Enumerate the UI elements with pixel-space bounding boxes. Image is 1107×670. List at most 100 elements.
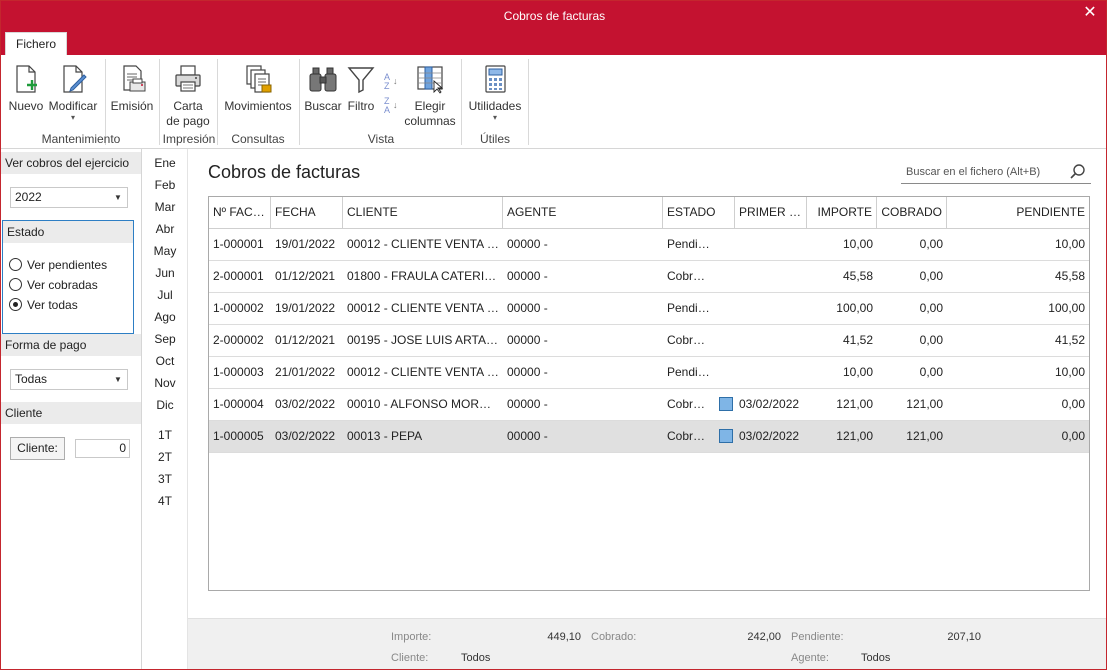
emision-button[interactable]: Emisión <box>109 63 155 114</box>
cell-pendiente: 100,00 <box>1048 301 1085 315</box>
column-header-importe[interactable]: IMPORTE <box>807 197 877 228</box>
cell-cliente: 00010 - ALFONSO MOREN... <box>347 397 503 411</box>
window-title: Cobros de facturas <box>503 9 606 23</box>
cell-pendiente: 10,00 <box>1054 237 1085 251</box>
month-oct[interactable]: Oct <box>142 354 188 368</box>
quarter-2t[interactable]: 2T <box>142 450 188 464</box>
cell-estado: Cobrada <box>667 397 714 411</box>
cell-cliente: 00012 - CLIENTE VENTA DE ... <box>347 365 503 379</box>
ribbon-separator <box>461 59 462 145</box>
nuevo-button[interactable]: Nuevo <box>5 63 47 114</box>
column-header-primer-cobro[interactable]: PRIMER C... <box>735 197 807 228</box>
forma-pago-value: Todas <box>15 372 48 386</box>
invoices-table: Nº FACT... FECHA CLIENTE AGENTE ESTADO P… <box>208 196 1090 591</box>
month-dic[interactable]: Dic <box>142 398 188 412</box>
quarter-3t[interactable]: 3T <box>142 472 188 486</box>
importe-total: 449,10 <box>547 631 581 643</box>
forma-pago-select[interactable]: Todas ▼ <box>10 369 128 390</box>
movimientos-button[interactable]: Movimientos <box>221 63 295 114</box>
month-may[interactable]: May <box>142 244 188 258</box>
carta-label-1: Carta <box>173 99 203 113</box>
filter-panel: Ver cobros del ejercicio 2022 ▼ Estado V… <box>1 149 142 669</box>
table-row[interactable]: 1-000005 03/02/2022 00013 - PEPA 00000 - Cob… <box>209 421 1089 453</box>
cell-estado: Pendiente <box>667 365 715 379</box>
footer-agente-value: Todos <box>861 652 891 664</box>
month-jul[interactable]: Jul <box>142 288 188 302</box>
table-row[interactable]: 2-000001 01/12/2021 01800 - FRAULA CATERIN… <box>209 261 1089 293</box>
month-ene[interactable]: Ene <box>142 156 188 170</box>
table-row[interactable]: 1-000003 21/01/2022 00012 - CLIENTE VENTA … <box>209 357 1089 389</box>
column-header-estado[interactable]: ESTADO <box>663 197 735 228</box>
search-icon[interactable] <box>1069 163 1087 181</box>
quarter-4t[interactable]: 4T <box>142 494 188 508</box>
close-icon[interactable]: ✕ <box>1082 5 1098 21</box>
table-row[interactable]: 1-000004 03/02/2022 00010 - ALFONSO MOREN.… <box>209 389 1089 421</box>
column-header-pendiente[interactable]: PENDIENTE <box>947 197 1089 228</box>
buscar-button[interactable]: Buscar <box>303 63 343 114</box>
cell-numero: 2-000001 <box>213 269 264 283</box>
columns-icon <box>417 66 444 94</box>
cobrado-checkbox[interactable] <box>719 429 733 443</box>
cell-numero: 2-000002 <box>213 333 264 347</box>
elegir-label-2: columnas <box>404 114 456 128</box>
column-header-numero[interactable]: Nº FACT... <box>209 197 271 228</box>
radio-icon <box>9 278 22 291</box>
tab-fichero[interactable]: Fichero <box>5 32 67 55</box>
cell-cobrado: 0,00 <box>919 301 943 315</box>
sort-ascending-icon[interactable]: A Z ↓ <box>383 73 399 91</box>
cobrado-checkbox[interactable] <box>719 397 733 411</box>
table-row[interactable]: 1-000001 19/01/2022 00012 - CLIENTE VENTA … <box>209 229 1089 261</box>
radio-ver-todas[interactable]: Ver todas <box>9 298 78 312</box>
column-header-agente[interactable]: AGENTE <box>503 197 663 228</box>
cliente-button[interactable]: Cliente: <box>10 437 65 460</box>
radio-ver-pendientes[interactable]: Ver pendientes <box>9 258 107 272</box>
month-jun[interactable]: Jun <box>142 266 188 280</box>
month-nov[interactable]: Nov <box>142 376 188 390</box>
pendiente-total: 207,10 <box>947 631 981 643</box>
month-mar[interactable]: Mar <box>142 200 188 214</box>
column-header-cliente[interactable]: CLIENTE <box>343 197 503 228</box>
cell-fecha: 03/02/2022 <box>275 397 336 411</box>
cell-agente: 00000 - <box>507 269 548 283</box>
group-vista: Vista <box>367 132 395 146</box>
app-window: Cobros de facturas ✕ Fichero Nuevo Modif… <box>0 0 1107 670</box>
cell-numero: 1-000002 <box>213 301 264 315</box>
month-sep[interactable]: Sep <box>142 332 188 346</box>
sort-descending-icon[interactable]: Z A ↓ <box>383 97 399 115</box>
footer-cliente-label: Cliente: <box>391 652 429 664</box>
cobrado-label: Cobrado: <box>591 631 637 643</box>
month-abr[interactable]: Abr <box>142 222 188 236</box>
cell-primer-cobro <box>735 293 807 324</box>
pendiente-label: Pendiente: <box>791 631 844 643</box>
forma-pago-heading: Forma de pago <box>1 334 141 356</box>
cell-fecha: 19/01/2022 <box>275 237 336 251</box>
page-title: Cobros de facturas <box>208 162 361 182</box>
filtro-button[interactable]: Filtro <box>343 63 379 114</box>
carta-de-pago-button[interactable]: Carta de pago <box>163 63 213 129</box>
cell-primer-cobro <box>735 357 807 388</box>
table-row[interactable]: 2-000002 01/12/2021 00195 - JOSE LUIS ARTA… <box>209 325 1089 357</box>
column-header-fecha[interactable]: FECHA <box>271 197 343 228</box>
elegir-columnas-button[interactable]: Elegir columnas <box>403 63 457 129</box>
cell-primer-cobro <box>735 325 807 356</box>
table-row[interactable]: 1-000002 19/01/2022 00012 - CLIENTE VENTA … <box>209 293 1089 325</box>
cell-cliente: 01800 - FRAULA CATERING... <box>347 269 503 283</box>
utilidades-button[interactable]: Utilidades ▾ <box>465 63 525 122</box>
totals-footer: Importe: 449,10 Cobrado: 242,00 Pendient… <box>188 618 1106 669</box>
modificar-button[interactable]: Modificar ▾ <box>47 63 99 122</box>
ejercicio-select[interactable]: 2022 ▼ <box>10 187 128 208</box>
cell-primer-cobro <box>735 229 807 260</box>
column-header-cobrado[interactable]: COBRADO <box>877 197 947 228</box>
main-content: Cobros de facturas Buscar en el fichero … <box>188 149 1106 669</box>
chevron-down-icon: ▼ <box>114 375 122 384</box>
month-feb[interactable]: Feb <box>142 178 188 192</box>
footer-cliente-value: Todos <box>461 652 491 664</box>
radio-label: Ver cobradas <box>27 278 98 292</box>
radio-ver-cobradas[interactable]: Ver cobradas <box>9 278 98 292</box>
search-input[interactable]: Buscar en el fichero (Alt+B) <box>901 160 1091 184</box>
cell-cobrado: 121,00 <box>906 397 943 411</box>
month-ago[interactable]: Ago <box>142 310 188 324</box>
cliente-input[interactable]: 0 <box>75 439 130 458</box>
quarter-1t[interactable]: 1T <box>142 428 188 442</box>
cell-estado: Cobrada <box>667 333 714 347</box>
